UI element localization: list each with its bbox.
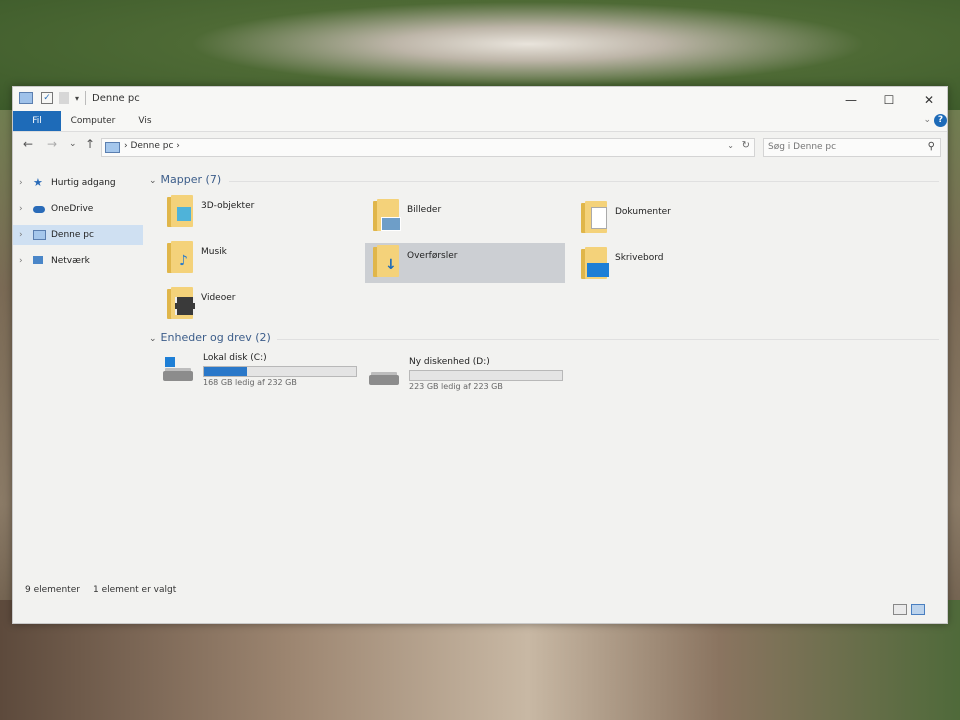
large-icons-view-icon[interactable] bbox=[911, 604, 925, 615]
documents-folder-icon bbox=[581, 201, 607, 233]
folder-label: Billeder bbox=[407, 205, 442, 215]
window-title: Denne pc bbox=[92, 92, 140, 104]
drives-group-title: Enheder og drev (2) bbox=[160, 331, 271, 344]
sidebar-item-netvaerk[interactable]: › Netværk bbox=[13, 251, 143, 271]
music-folder-icon: ♪ bbox=[167, 241, 193, 273]
drive-icon bbox=[369, 369, 399, 387]
collapse-chevron-icon[interactable]: ⌄ bbox=[149, 334, 157, 344]
back-button[interactable]: ← bbox=[23, 137, 33, 151]
refresh-icon[interactable]: ↻ bbox=[742, 140, 750, 151]
folder-label: 3D-objekter bbox=[201, 201, 255, 211]
drives-group-header[interactable]: ⌄ Enheder og drev (2) bbox=[149, 331, 271, 344]
content-pane: ⌄ Mapper (7) 3D-objekter Billeder Dokumen… bbox=[149, 163, 943, 583]
sidebar-item-label: OneDrive bbox=[51, 204, 94, 214]
downloads-folder-icon: ↓ bbox=[373, 245, 399, 277]
folder-label: Overførsler bbox=[407, 251, 458, 261]
details-view-icon[interactable] bbox=[893, 604, 907, 615]
drive-label: Lokal disk (C:) bbox=[203, 353, 267, 363]
forward-button[interactable]: → bbox=[47, 137, 57, 151]
star-icon: ★ bbox=[33, 176, 43, 189]
item-count: 9 elementer bbox=[25, 585, 80, 595]
quick-access-toolbar: ✓ ▾ Denne pc bbox=[19, 91, 140, 105]
computer-icon bbox=[105, 142, 120, 153]
3d-objects-folder-icon bbox=[167, 195, 193, 227]
navigation-bar: ← → ⌄ ↑ › Denne pc › ⌄ ↻ ⚲ bbox=[13, 132, 947, 158]
drive-free-space: 223 GB ledig af 223 GB bbox=[409, 382, 503, 391]
drive-usage-bar bbox=[203, 366, 357, 377]
status-bar: 9 elementer 1 element er valgt bbox=[13, 585, 947, 599]
folder-label: Skrivebord bbox=[615, 253, 664, 263]
address-dropdown-icon[interactable]: ⌄ bbox=[727, 141, 734, 150]
sidebar-item-label: Hurtig adgang bbox=[51, 178, 116, 188]
drive-c[interactable]: Lokal disk (C:) 168 GB ledig af 232 GB bbox=[163, 353, 363, 393]
folder-overforsler[interactable]: ↓ Overførsler bbox=[365, 243, 565, 283]
tab-fil[interactable]: Fil bbox=[13, 111, 61, 131]
toolbar-divider bbox=[85, 91, 87, 105]
new-folder-icon[interactable] bbox=[59, 92, 69, 104]
group-divider bbox=[229, 181, 939, 182]
ribbon: Fil Computer Vis ⌄ ? bbox=[13, 111, 947, 132]
expand-ribbon-icon[interactable]: ⌄ bbox=[923, 115, 931, 125]
customize-toolbar-icon[interactable]: ▾ bbox=[75, 94, 79, 103]
folder-label: Videoer bbox=[201, 293, 236, 303]
folder-label: Dokumenter bbox=[615, 207, 671, 217]
up-button[interactable]: ↑ bbox=[85, 137, 95, 151]
expand-chevron-icon[interactable]: › bbox=[19, 173, 23, 193]
selection-count: 1 element er valgt bbox=[93, 585, 177, 595]
folder-videoer[interactable]: Videoer bbox=[163, 285, 363, 325]
minimize-button[interactable]: — bbox=[841, 93, 861, 107]
sidebar-item-hurtig-adgang[interactable]: › ★ Hurtig adgang bbox=[13, 173, 143, 193]
tab-computer[interactable]: Computer bbox=[65, 111, 121, 131]
expand-chevron-icon[interactable]: › bbox=[19, 225, 23, 245]
drive-label: Ny diskenhed (D:) bbox=[409, 357, 490, 367]
search-input[interactable] bbox=[768, 140, 918, 154]
drive-d[interactable]: Ny diskenhed (D:) 223 GB ledig af 223 GB bbox=[369, 357, 569, 397]
recent-locations-button[interactable]: ⌄ bbox=[69, 139, 77, 149]
view-switcher bbox=[893, 604, 925, 615]
expand-chevron-icon[interactable]: › bbox=[19, 251, 23, 271]
sidebar-item-denne-pc[interactable]: › Denne pc bbox=[13, 225, 143, 245]
folders-group-header[interactable]: ⌄ Mapper (7) bbox=[149, 173, 221, 186]
computer-icon bbox=[19, 92, 33, 104]
computer-icon bbox=[33, 230, 46, 240]
folder-3d-objekter[interactable]: 3D-objekter bbox=[163, 193, 363, 233]
search-box[interactable]: ⚲ bbox=[763, 138, 941, 157]
desktop-folder-icon bbox=[581, 247, 609, 279]
tab-vis[interactable]: Vis bbox=[127, 111, 163, 131]
folder-musik[interactable]: ♪ Musik bbox=[163, 239, 363, 279]
navigation-pane: › ★ Hurtig adgang › OneDrive › Denne pc … bbox=[13, 163, 145, 583]
sidebar-item-label: Netværk bbox=[51, 256, 90, 266]
maximize-button[interactable]: ☐ bbox=[879, 93, 899, 107]
cloud-icon bbox=[33, 206, 45, 213]
folder-dokumenter[interactable]: Dokumenter bbox=[577, 199, 777, 239]
drive-free-space: 168 GB ledig af 232 GB bbox=[203, 378, 297, 387]
group-divider bbox=[277, 339, 939, 340]
videos-folder-icon bbox=[167, 287, 195, 319]
address-path: › Denne pc › bbox=[124, 141, 180, 151]
properties-icon[interactable]: ✓ bbox=[41, 92, 53, 104]
network-icon bbox=[33, 256, 43, 264]
sidebar-item-label: Denne pc bbox=[51, 230, 94, 240]
folder-skrivebord[interactable]: Skrivebord bbox=[577, 245, 777, 285]
windows-drive-icon bbox=[163, 357, 193, 383]
expand-chevron-icon[interactable]: › bbox=[19, 199, 23, 219]
sidebar-item-onedrive[interactable]: › OneDrive bbox=[13, 199, 143, 219]
search-icon[interactable]: ⚲ bbox=[928, 141, 935, 152]
close-button[interactable]: ✕ bbox=[919, 93, 939, 107]
collapse-chevron-icon[interactable]: ⌄ bbox=[149, 176, 157, 186]
drive-usage-fill bbox=[204, 367, 247, 376]
title-bar: ✓ ▾ Denne pc — ☐ ✕ bbox=[13, 87, 947, 111]
file-explorer-window: ✓ ▾ Denne pc — ☐ ✕ Fil Computer Vis ⌄ ? … bbox=[12, 86, 948, 624]
address-bar[interactable]: › Denne pc › ⌄ ↻ bbox=[101, 138, 755, 157]
drive-usage-bar bbox=[409, 370, 563, 381]
pictures-folder-icon bbox=[373, 199, 401, 231]
folder-label: Musik bbox=[201, 247, 227, 257]
folder-billeder[interactable]: Billeder bbox=[369, 197, 569, 237]
help-button[interactable]: ? bbox=[934, 114, 947, 127]
folders-group-title: Mapper (7) bbox=[160, 173, 222, 186]
